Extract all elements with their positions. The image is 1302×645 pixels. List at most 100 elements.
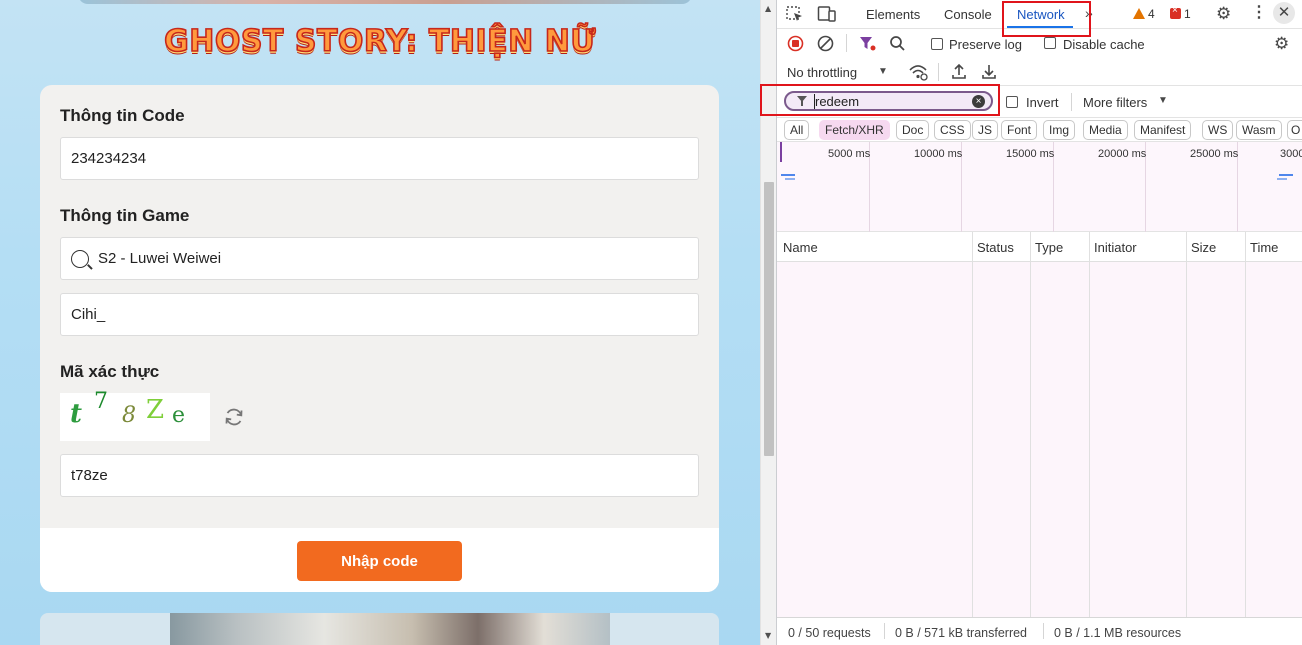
network-settings-gear-icon[interactable]: ⚙ — [1274, 35, 1289, 52]
kebab-menu-icon[interactable]: ⋮ — [1251, 5, 1267, 21]
captcha-char: t — [70, 399, 83, 429]
requests-table-header: Name Status Type Initiator Size Time — [777, 232, 1302, 262]
server-select[interactable]: S2 - Luwei Weiwei — [60, 237, 699, 280]
preserve-log-label: Preserve log — [949, 37, 1022, 52]
type-filter-fetch-xhr[interactable]: Fetch/XHR — [819, 120, 890, 140]
network-conditions-icon[interactable] — [908, 63, 928, 81]
column-header-size[interactable]: Size — [1191, 240, 1216, 255]
errors-badge[interactable]: 1 — [1170, 5, 1191, 21]
network-status-bar: 0 / 50 requests 0 B / 571 kB transferred… — [777, 617, 1302, 645]
refresh-captcha-icon[interactable] — [222, 405, 246, 429]
captcha-char: 8 — [122, 403, 136, 428]
settings-gear-icon[interactable]: ⚙ — [1216, 5, 1231, 22]
timeline-request-bar — [1277, 178, 1287, 180]
captcha-char: Z — [146, 395, 165, 425]
error-icon — [1170, 5, 1181, 19]
code-input[interactable]: 234234234 — [60, 137, 699, 180]
timeline-request-bar — [1279, 174, 1293, 176]
devtools-panel: Elements Console Network » 4 1 ⚙ ⋮ ✕ Pre… — [760, 0, 1302, 645]
column-divider[interactable] — [1030, 232, 1031, 617]
type-filter-all[interactable]: All — [784, 120, 810, 140]
timeline-start-marker — [780, 142, 782, 162]
invert-checkbox[interactable] — [1006, 96, 1018, 108]
status-divider — [1043, 623, 1044, 639]
scroll-down-icon[interactable]: ▼ — [765, 631, 771, 640]
form-footer: Nhập code — [40, 528, 719, 592]
captcha-char: 7 — [94, 389, 108, 414]
timeline-label: 10000 ms — [914, 148, 963, 160]
type-filter-other[interactable]: O — [1287, 120, 1302, 140]
tab-elements[interactable]: Elements — [866, 7, 920, 22]
timeline-label: 20000 ms — [1098, 148, 1147, 160]
banner-artwork — [170, 613, 610, 645]
disable-cache-label: Disable cache — [1063, 37, 1145, 52]
column-header-initiator[interactable]: Initiator — [1094, 240, 1137, 255]
disable-cache-checkbox[interactable] — [1044, 37, 1056, 49]
throttling-select[interactable]: No throttling — [787, 65, 857, 80]
timeline-label: 25000 ms — [1190, 148, 1239, 160]
hero-banner-image — [78, 0, 692, 4]
column-divider[interactable] — [1186, 232, 1187, 617]
requests-count: 0 / 50 requests — [788, 626, 871, 640]
server-select-value: S2 - Luwei Weiwei — [98, 250, 222, 267]
warnings-badge[interactable]: 4 — [1133, 7, 1155, 21]
preserve-log-checkbox[interactable] — [931, 38, 943, 50]
timeline-request-bar — [781, 174, 795, 176]
scroll-up-icon[interactable]: ▲ — [765, 4, 771, 13]
character-input[interactable]: Cihi_ — [60, 293, 699, 336]
type-filter-css[interactable]: CSS — [934, 120, 971, 140]
web-page: GHOST STORY: THIỆN NỮ Thông tin Code 234… — [0, 0, 760, 645]
column-divider[interactable] — [972, 232, 973, 617]
devtools-tabbar: Elements Console Network » 4 1 ⚙ ⋮ ✕ — [777, 0, 1302, 37]
type-filter-js[interactable]: JS — [972, 120, 999, 140]
chevron-down-icon[interactable]: ▼ — [878, 67, 888, 77]
search-icon[interactable] — [889, 35, 906, 52]
type-filter-doc[interactable]: Doc — [896, 120, 930, 140]
search-icon — [71, 249, 89, 268]
type-filter-img[interactable]: Img — [1043, 120, 1076, 140]
type-filter-ws[interactable]: WS — [1202, 120, 1234, 140]
column-header-time[interactable]: Time — [1250, 240, 1278, 255]
type-filter-font[interactable]: Font — [1001, 120, 1038, 140]
close-devtools-icon[interactable]: ✕ — [1273, 2, 1295, 24]
errors-count: 1 — [1184, 7, 1191, 21]
type-filter-wasm[interactable]: Wasm — [1236, 120, 1282, 140]
highlight-filter-input — [760, 84, 1000, 116]
column-header-name[interactable]: Name — [783, 240, 818, 255]
warning-icon — [1133, 8, 1145, 19]
game-section-title: Thông tin Game — [60, 206, 190, 225]
requests-table-body — [777, 232, 1302, 617]
chevron-down-icon[interactable]: ▼ — [1158, 96, 1168, 106]
timeline-label: 5000 ms — [828, 148, 871, 160]
clear-log-icon[interactable] — [817, 35, 834, 52]
network-toolbar-primary: Preserve log Disable cache ⚙ — [777, 29, 1302, 58]
type-filter-manifest[interactable]: Manifest — [1134, 120, 1192, 140]
network-timeline-overview[interactable]: 5000 ms 10000 ms 15000 ms 20000 ms 25000… — [777, 142, 1302, 232]
type-filter-media[interactable]: Media — [1083, 120, 1128, 140]
toolbar-divider — [846, 34, 847, 52]
redeem-form-card: Thông tin Code 234234234 Thông tin Game … — [40, 85, 719, 592]
record-stop-icon[interactable] — [787, 35, 804, 52]
resources-size: 0 B / 1.1 MB resources — [1054, 626, 1182, 640]
code-section-title: Thông tin Code — [60, 106, 185, 125]
submit-code-button[interactable]: Nhập code — [297, 541, 462, 581]
inspect-element-icon[interactable] — [786, 6, 804, 23]
warnings-count: 4 — [1148, 7, 1155, 21]
export-har-icon[interactable] — [981, 63, 997, 80]
game-logo-title: GHOST STORY: THIỆN NỮ — [163, 23, 596, 60]
column-header-type[interactable]: Type — [1035, 240, 1063, 255]
column-header-status[interactable]: Status — [977, 240, 1014, 255]
timeline-label: 15000 ms — [1006, 148, 1055, 160]
more-filters-button[interactable]: More filters — [1083, 95, 1147, 110]
column-divider[interactable] — [1089, 232, 1090, 617]
bottom-banner — [40, 613, 719, 645]
timeline-request-bar — [785, 178, 795, 180]
device-toolbar-icon[interactable] — [817, 5, 837, 23]
captcha-section-title: Mã xác thực — [60, 362, 160, 381]
filter-funnel-icon[interactable] — [859, 35, 877, 52]
column-divider[interactable] — [1245, 232, 1246, 617]
import-har-icon[interactable] — [951, 63, 967, 80]
tab-console[interactable]: Console — [944, 7, 992, 22]
captcha-input[interactable]: t78ze — [60, 454, 699, 497]
scrollbar-thumb[interactable] — [764, 182, 774, 456]
